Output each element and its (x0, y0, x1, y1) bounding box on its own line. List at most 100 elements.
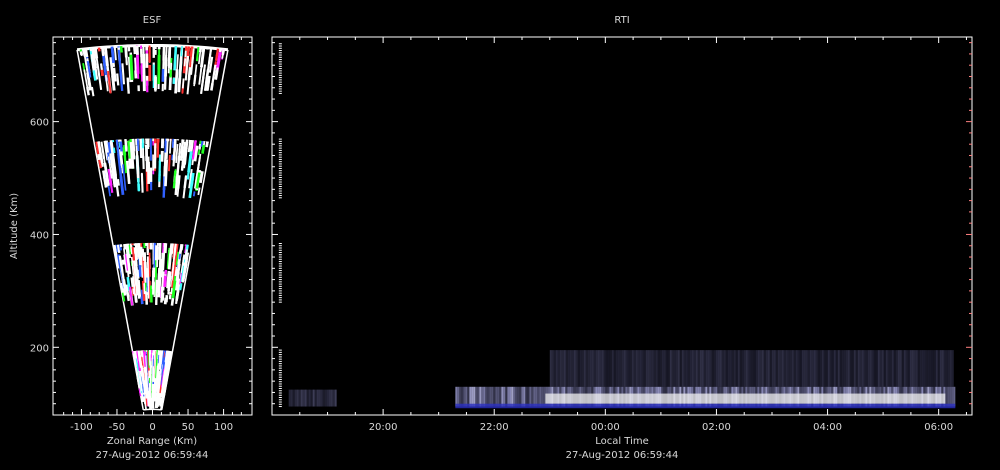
rti-x-tick-label: 22:00 (480, 422, 509, 433)
esf-echo-point (131, 138, 136, 152)
rti-echo-cell (883, 350, 886, 387)
rti-echo-cell (919, 350, 922, 387)
rti-echo-cell (541, 386, 544, 407)
esf-echo-point (97, 153, 101, 161)
esf-x-tick-label: 100 (214, 422, 233, 433)
rti-echo-cell (579, 350, 582, 387)
rti-echo-cell (827, 350, 830, 387)
rti-echo-cell (503, 386, 506, 407)
rti-echo-cell (821, 350, 824, 387)
rti-echo-cell (885, 350, 888, 387)
esf-y-tick-labels: 200 400 600 (30, 118, 49, 355)
rti-echo-cell (947, 386, 950, 407)
rti-x-tick-label: 20:00 (369, 422, 398, 433)
rti-echo-cell (619, 350, 622, 387)
esf-x-tick-labels: -100 -50 0 50 100 (70, 422, 233, 433)
esf-echo-point (113, 46, 117, 61)
rti-echo-cell (781, 350, 784, 387)
rti-echo-cell (847, 350, 850, 387)
rti-echo-cell (316, 389, 319, 407)
rti-echo-cell (881, 350, 884, 387)
rti-echo-cell (759, 350, 762, 387)
rti-echo-cell (290, 389, 293, 407)
rti-echo-cell (611, 350, 614, 387)
rti-echo-layers (288, 350, 956, 409)
esf-echo-point (164, 57, 168, 77)
rti-echo-cell (877, 350, 880, 387)
rti-echo-cell (675, 350, 678, 387)
rti-echo-cell (783, 350, 786, 387)
rti-echo-cell (477, 386, 480, 407)
rti-echo-cell (595, 350, 598, 387)
rti-echo-cell (713, 350, 716, 387)
rti-x-axis-label: Local Time (595, 436, 649, 447)
rti-echo-cell (739, 350, 742, 387)
rti-x-tick-label: 00:00 (591, 422, 620, 433)
esf-echo-point (197, 187, 201, 196)
rti-timestamp: 27-Aug-2012 06:59:44 (566, 450, 679, 461)
rti-echo-cell (308, 389, 311, 407)
esf-echo-point (183, 58, 187, 67)
rti-echo-cell (585, 350, 588, 387)
esf-echo-point (176, 156, 181, 174)
rti-echo-cell (897, 350, 900, 387)
rti-echo-cell (853, 350, 856, 387)
rti-echo-cell (314, 389, 317, 407)
rti-echo-cell (671, 350, 674, 387)
rti-echo-cell (457, 386, 460, 407)
esf-echo-point (186, 55, 190, 63)
rti-echo-cell (707, 350, 710, 387)
rti-echo-cell (691, 350, 694, 387)
rti-echo-cell (873, 350, 876, 387)
rti-echo-cell (809, 350, 812, 387)
rti-echo-cell (475, 386, 478, 407)
esf-y-axis-label: Altitude (Km) (9, 193, 20, 259)
rti-echo-cell (915, 350, 918, 387)
rti-echo-cell (523, 386, 526, 407)
rti-echo-cell (771, 350, 774, 387)
esf-y-tick-label: 400 (30, 230, 49, 241)
rti-echo-cell (577, 350, 580, 387)
rti-echo-cell (727, 350, 730, 387)
rti-echo-cell (593, 350, 596, 387)
rti-echo-cell (761, 350, 764, 387)
rti-echo-cell (567, 350, 570, 387)
rti-echo-cell (499, 386, 502, 407)
rti-echo-cell (651, 350, 654, 387)
rti-echo-cell (306, 389, 309, 407)
rti-echo-cell (485, 386, 488, 407)
rti-echo-cell (683, 350, 686, 387)
esf-echo-point (192, 191, 196, 197)
esf-echo-point (101, 161, 104, 167)
esf-echo-point (171, 138, 175, 148)
rti-echo-cell (899, 350, 902, 387)
rti-x-tick-label: 02:00 (702, 422, 731, 433)
esf-echo-point (201, 144, 206, 154)
rti-echo-cell (641, 350, 644, 387)
esf-echo-point (113, 147, 116, 154)
rti-echo-cell (859, 350, 862, 387)
rti-echo-cell (589, 350, 592, 387)
rti-echo-cell (889, 350, 892, 387)
rti-echo-cell (581, 350, 584, 387)
rti-echo-cell (901, 350, 904, 387)
rti-echo-cell (813, 350, 816, 387)
rti-echo-cell (751, 350, 754, 387)
esf-echo-point (139, 138, 143, 159)
rti-echo-cell (735, 350, 738, 387)
rti-echo-cell (933, 350, 936, 387)
esf-echo-point (164, 138, 168, 154)
esf-echo-point (186, 46, 191, 56)
esf-echo-point (101, 47, 105, 56)
esf-echo-point (119, 176, 125, 196)
rti-echo-cell (945, 350, 948, 387)
rti-echo-cell (465, 386, 468, 407)
rti-echo-cell (879, 350, 882, 387)
rti-echo-cell (917, 350, 920, 387)
rti-echo-cell (599, 350, 602, 387)
rti-echo-cell (665, 350, 668, 387)
rti-echo-cell (695, 350, 698, 387)
esf-echo-point (173, 50, 177, 70)
rti-echo-cell (731, 350, 734, 387)
rti-echo-cell (687, 350, 690, 387)
